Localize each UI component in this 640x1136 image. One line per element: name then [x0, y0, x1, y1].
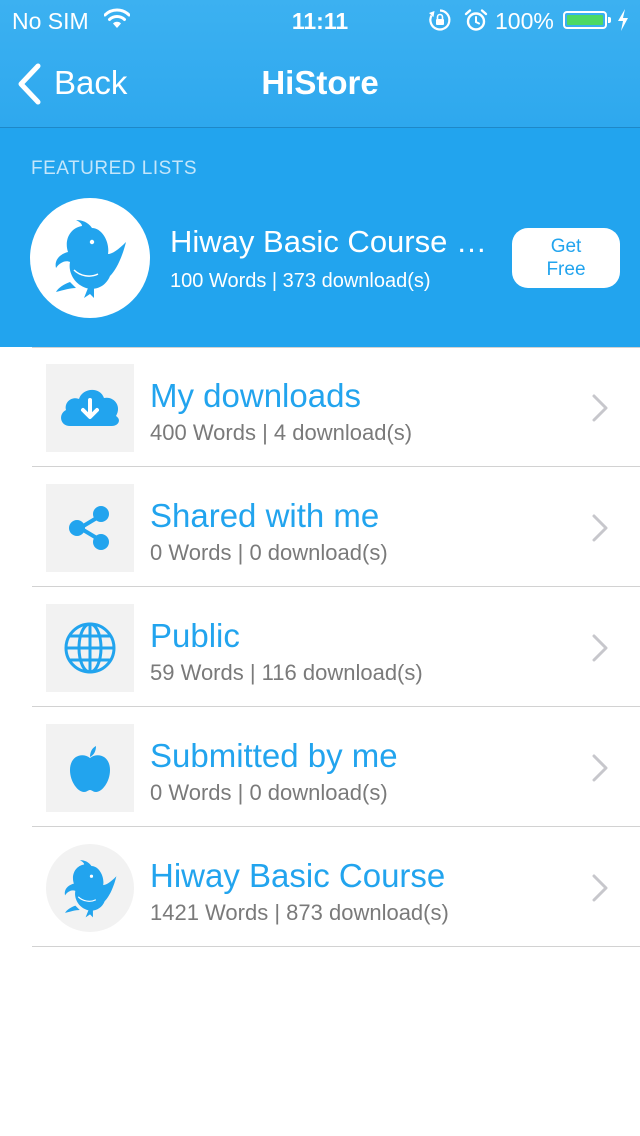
list-item-my-downloads[interactable]: My downloads 400 Words | 4 download(s)	[0, 347, 640, 467]
chevron-right-icon	[592, 754, 608, 782]
get-free-label-line2: Free	[546, 259, 586, 280]
list-item-hiway-basic-course[interactable]: Hiway Basic Course 1421 Words | 873 down…	[0, 827, 640, 947]
featured-title[interactable]: Hiway Basic Course Eng…	[170, 224, 500, 260]
list-item-submitted-by-me[interactable]: Submitted by me 0 Words | 0 download(s)	[0, 707, 640, 827]
top-bar: No SIM 11:11 100% Back HiStore	[0, 0, 640, 128]
list-item-title: Public	[150, 617, 240, 654]
battery-percent: 100%	[495, 8, 554, 34]
featured-avatar[interactable]	[30, 198, 150, 318]
globe-icon	[46, 604, 134, 692]
featured-section: FEATURED LISTS Hiway Basic Course Eng… 1…	[0, 128, 640, 347]
featured-subtitle: 100 Words | 373 download(s)	[170, 270, 431, 292]
bird-logo-icon	[55, 220, 127, 298]
page-title: HiStore	[261, 64, 379, 101]
cloud-download-icon	[46, 364, 134, 452]
rotation-lock-icon	[428, 8, 452, 38]
charging-icon	[616, 8, 630, 38]
list-item-subtitle: 1421 Words | 873 download(s)	[150, 900, 449, 925]
apple-icon	[46, 724, 134, 812]
list-item-subtitle: 0 Words | 0 download(s)	[150, 540, 388, 565]
list-item-subtitle: 59 Words | 116 download(s)	[150, 660, 423, 685]
bird-logo-icon	[46, 844, 134, 932]
status-bar: No SIM 11:11 100%	[0, 0, 640, 40]
alarm-icon	[464, 8, 488, 38]
chevron-right-icon	[592, 634, 608, 662]
share-icon	[46, 484, 134, 572]
list-item-title: Shared with me	[150, 497, 380, 534]
list-item-title: Hiway Basic Course	[150, 857, 446, 894]
chevron-right-icon	[592, 394, 608, 422]
list-item-subtitle: 400 Words | 4 download(s)	[150, 420, 413, 445]
navigation-bar: Back HiStore	[0, 40, 640, 128]
get-free-label-line1: Get	[550, 236, 582, 257]
battery-icon	[563, 11, 611, 29]
list-item-title: Submitted by me	[150, 737, 398, 774]
featured-section-label: FEATURED LISTS	[31, 158, 198, 179]
list-item-public[interactable]: Public 59 Words | 116 download(s)	[0, 587, 640, 707]
chevron-right-icon	[592, 874, 608, 902]
chevron-right-icon	[592, 514, 608, 542]
get-free-button[interactable]: Get Free	[512, 228, 620, 288]
store-list: My downloads 400 Words | 4 download(s) S…	[0, 347, 640, 947]
list-item-subtitle: 0 Words | 0 download(s)	[150, 780, 388, 805]
list-item-title: My downloads	[150, 377, 361, 414]
list-item-shared-with-me[interactable]: Shared with me 0 Words | 0 download(s)	[0, 467, 640, 587]
